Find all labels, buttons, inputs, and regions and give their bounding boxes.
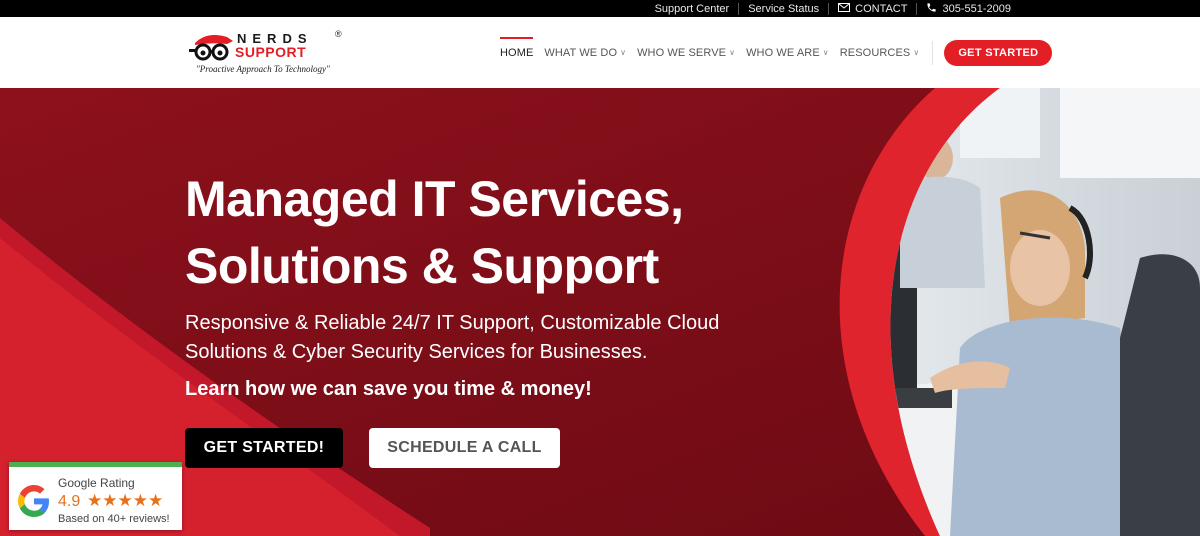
rating-reviews-count: Based on 40+ reviews! [58,513,170,525]
get-started-button[interactable]: GET STARTED! [185,428,343,468]
google-g-icon [18,485,49,517]
top-utility-bar: Support Center Service Status CONTACT 30… [0,0,1200,17]
hero-title-line2: Solutions & Support [185,238,659,294]
nav-item-what-we-do[interactable]: WHAT WE DO ∨ [544,17,626,88]
nav-item-who-we-serve[interactable]: WHO WE SERVE ∨ [637,17,735,88]
nav-item-label: WHO WE SERVE [637,46,727,59]
phone-link[interactable]: 305-551-2009 [917,2,1020,15]
google-rating-badge[interactable]: Google Rating 4.9 ★★★★★ Based on 40+ rev… [9,462,182,530]
phone-icon [926,2,937,16]
nav-item-label: WHAT WE DO [544,46,618,59]
service-status-label: Service Status [748,2,820,15]
rating-title: Google Rating [58,476,135,490]
rating-stars-icon: ★★★★★ [87,491,164,510]
site-logo[interactable]: NERDS ® SUPPORT "Proactive Approach To T… [187,29,347,77]
logo-brand-line2: SUPPORT [235,44,307,60]
schedule-call-button[interactable]: SCHEDULE A CALL [369,428,560,468]
hero-title: Managed IT Services, Solutions & Support [185,166,805,300]
service-status-link[interactable]: Service Status [739,2,828,15]
rating-score: 4.9 [58,493,81,510]
hero-subtitle: Responsive & Reliable 24/7 IT Support, C… [185,312,720,363]
site-header: NERDS ® SUPPORT "Proactive Approach To T… [0,17,1200,88]
nerd-glasses-logo-icon [189,35,233,61]
nav-divider [932,40,934,65]
contact-label: CONTACT [855,2,908,15]
logo-tagline: "Proactive Approach To Technology" [196,64,330,74]
get-started-header-button[interactable]: GET STARTED [944,39,1053,66]
chevron-down-icon: ∨ [620,48,627,57]
chevron-down-icon: ∨ [729,48,736,57]
logo-registered-mark: ® [335,29,342,39]
nav-item-label: HOME [500,46,534,59]
nav-item-home[interactable]: HOME [500,17,534,88]
nav-item-who-we-are[interactable]: WHO WE ARE ∨ [746,17,829,88]
phone-number: 305-551-2009 [942,2,1011,15]
nav-item-label: RESOURCES [839,46,911,59]
envelope-icon [838,2,851,15]
support-center-label: Support Center [654,2,730,15]
chevron-down-icon: ∨ [913,48,920,57]
nav-item-resources[interactable]: RESOURCES ∨ [840,17,920,88]
main-navigation: HOME WHAT WE DO ∨ WHO WE SERVE ∨ WHO WE AR… [500,17,1053,88]
hero-cta-text: Learn how we can save you time & money! [185,378,592,400]
hero-title-line1: Managed IT Services, [185,171,684,227]
nav-item-label: WHO WE ARE [746,46,820,59]
contact-link[interactable]: CONTACT [829,2,916,15]
support-center-link[interactable]: Support Center [646,2,739,15]
chevron-down-icon: ∨ [822,48,829,57]
top-utility-links: Support Center Service Status CONTACT 30… [646,0,1020,17]
